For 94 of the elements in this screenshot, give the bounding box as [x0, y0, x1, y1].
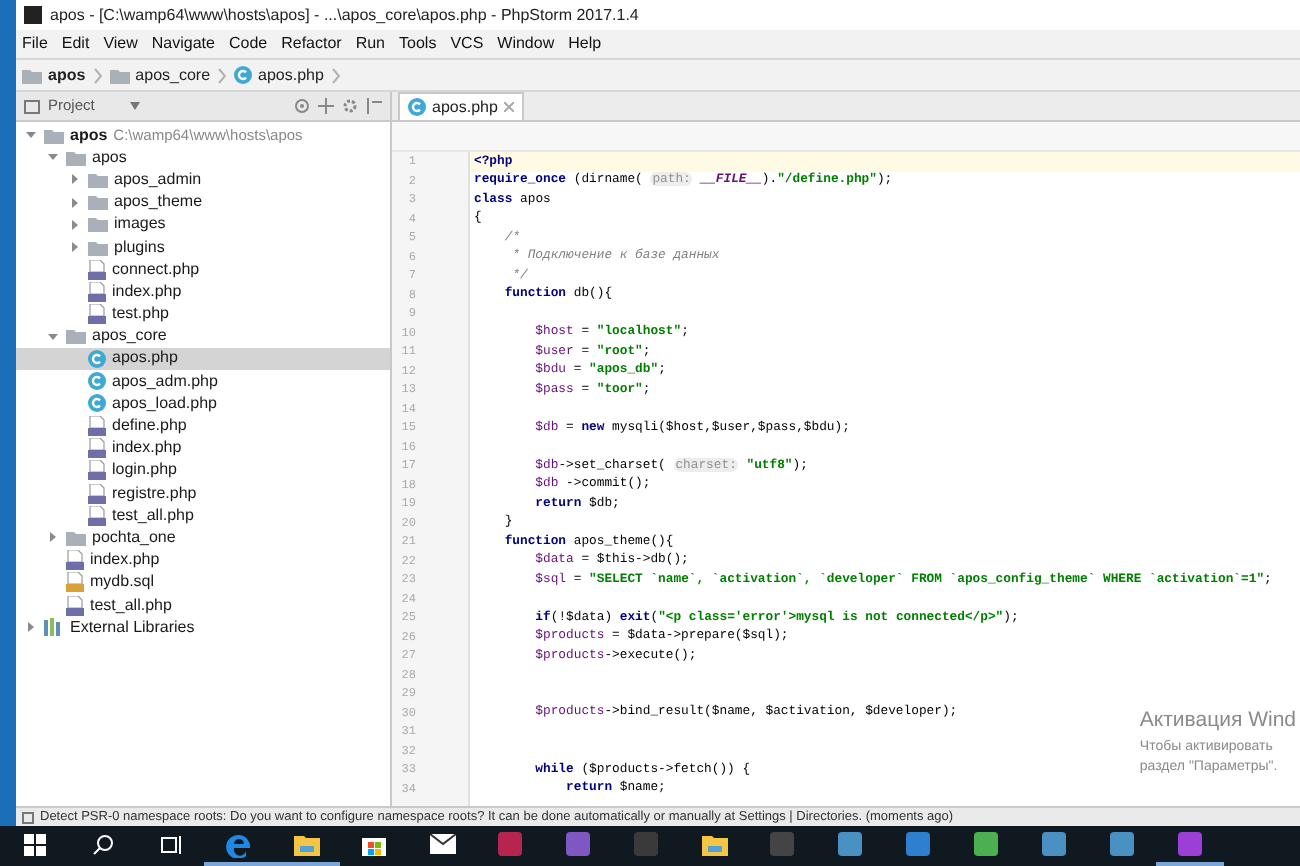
tree-item[interactable]: index.php — [16, 437, 390, 460]
class-icon — [408, 98, 426, 116]
breadcrumb[interactable]: apos_core — [109, 63, 211, 87]
app-icon[interactable] — [906, 832, 930, 856]
tree-item[interactable]: apos_load.php — [16, 392, 390, 415]
caret-icon[interactable] — [130, 102, 141, 110]
collapsed-arrow-icon[interactable] — [70, 197, 80, 208]
folder-icon[interactable] — [701, 833, 727, 855]
target-icon[interactable] — [294, 98, 310, 114]
task-view-icon[interactable] — [159, 833, 181, 855]
folder-icon[interactable] — [293, 833, 319, 855]
app-logo-icon — [24, 6, 42, 24]
expanded-arrow-icon[interactable] — [48, 152, 58, 163]
envelope-icon[interactable] — [429, 834, 455, 854]
app-icon[interactable] — [1042, 832, 1066, 856]
menu-item[interactable]: Help — [568, 32, 602, 56]
php-file-icon — [88, 460, 106, 481]
chevron-icon — [93, 67, 102, 83]
expanded-arrow-icon[interactable] — [26, 130, 36, 141]
collapsed-arrow-icon[interactable] — [26, 622, 36, 633]
php-file-icon — [88, 281, 106, 302]
menu-item[interactable]: View — [103, 32, 138, 56]
menu-item[interactable]: Tools — [399, 32, 437, 56]
window-title: apos - [C:\wamp64\www\hosts\apos] - ...\apos_core\apos.php - PhpStorm 2017.1.4 — [50, 3, 639, 27]
php-file-icon — [88, 505, 106, 526]
tree-item[interactable]: apos.php — [16, 347, 390, 371]
chevron-icon — [331, 67, 340, 83]
activation-notice-title: Активация Wind — [1139, 706, 1296, 736]
expanded-arrow-icon[interactable] — [48, 331, 58, 342]
app-icon[interactable] — [974, 832, 998, 856]
status-icon — [22, 811, 34, 823]
chevron-icon — [218, 67, 227, 83]
tree-item[interactable]: apos_core — [16, 325, 390, 348]
sql-file-icon — [66, 572, 84, 593]
tree-item[interactable]: plugins — [16, 235, 390, 259]
collapsed-arrow-icon[interactable] — [70, 174, 80, 185]
menu-item[interactable]: File — [22, 32, 48, 56]
folder-icon — [109, 67, 130, 83]
folder-icon — [66, 529, 86, 546]
editor-tab[interactable]: apos.php — [398, 92, 524, 120]
tree-item[interactable]: login.php — [16, 459, 390, 482]
php-file-icon — [66, 595, 84, 616]
shopping-bag-icon[interactable] — [362, 832, 386, 856]
tree-item[interactable]: test_all.php — [16, 593, 390, 617]
class-icon — [88, 349, 106, 368]
tree-item[interactable]: External Libraries — [16, 616, 390, 639]
tree-item[interactable]: apos_adm.php — [16, 370, 390, 393]
folder-icon — [22, 67, 42, 83]
menu-item[interactable]: Window — [497, 32, 555, 56]
library-icon — [44, 618, 64, 637]
tree-item[interactable]: define.php — [16, 414, 390, 438]
app-icon[interactable] — [1178, 832, 1202, 856]
collapse-icon[interactable] — [366, 98, 382, 114]
tree-item[interactable]: apos_admin — [16, 168, 390, 192]
tree-item[interactable]: registre.php — [16, 482, 390, 505]
tree-item[interactable]: index.php — [16, 280, 390, 303]
menu-item[interactable]: Refactor — [281, 32, 342, 56]
menu-item[interactable]: Run — [355, 32, 386, 56]
php-file-icon — [66, 550, 84, 571]
class-icon — [234, 66, 253, 84]
php-file-icon — [88, 304, 106, 325]
menu-item[interactable]: Code — [228, 32, 268, 56]
collapsed-arrow-icon[interactable] — [70, 219, 80, 230]
tree-item[interactable]: test_all.php — [16, 504, 390, 527]
windows-logo-icon[interactable] — [23, 833, 45, 855]
tree-item[interactable]: mydb.sql — [16, 571, 390, 594]
tree-item[interactable]: index.php — [16, 549, 390, 572]
breadcrumb[interactable]: apos.php — [234, 63, 324, 87]
menu-item[interactable]: Navigate — [151, 32, 215, 56]
php-file-icon — [88, 416, 106, 437]
app-icon[interactable] — [498, 832, 522, 856]
browser-icon[interactable] — [225, 831, 251, 857]
php-file-icon — [88, 438, 106, 459]
panel-icon — [24, 99, 40, 113]
search-icon[interactable] — [91, 833, 113, 855]
close-icon[interactable] — [503, 102, 514, 112]
app-icon[interactable] — [838, 832, 862, 856]
tree-item[interactable]: connect.php — [16, 258, 390, 281]
php-file-icon — [88, 483, 106, 504]
class-icon — [88, 394, 106, 413]
app-icon[interactable] — [566, 832, 590, 856]
breadcrumb[interactable]: apos — [22, 63, 86, 87]
menu-item[interactable]: VCS — [450, 32, 484, 56]
app-icon[interactable] — [1110, 832, 1134, 856]
tree-item[interactable]: apos — [16, 146, 390, 169]
tree-item[interactable]: test.php — [16, 303, 390, 326]
menu-item[interactable]: Edit — [61, 32, 90, 56]
collapsed-arrow-icon[interactable] — [70, 242, 80, 253]
tree-item[interactable]: pochta_one — [16, 526, 390, 550]
php-file-icon — [88, 259, 106, 280]
class-icon — [88, 372, 106, 391]
collapsed-arrow-icon[interactable] — [48, 532, 58, 543]
tree-item[interactable]: images — [16, 213, 390, 236]
tree-item[interactable]: apos_theme — [16, 191, 390, 214]
